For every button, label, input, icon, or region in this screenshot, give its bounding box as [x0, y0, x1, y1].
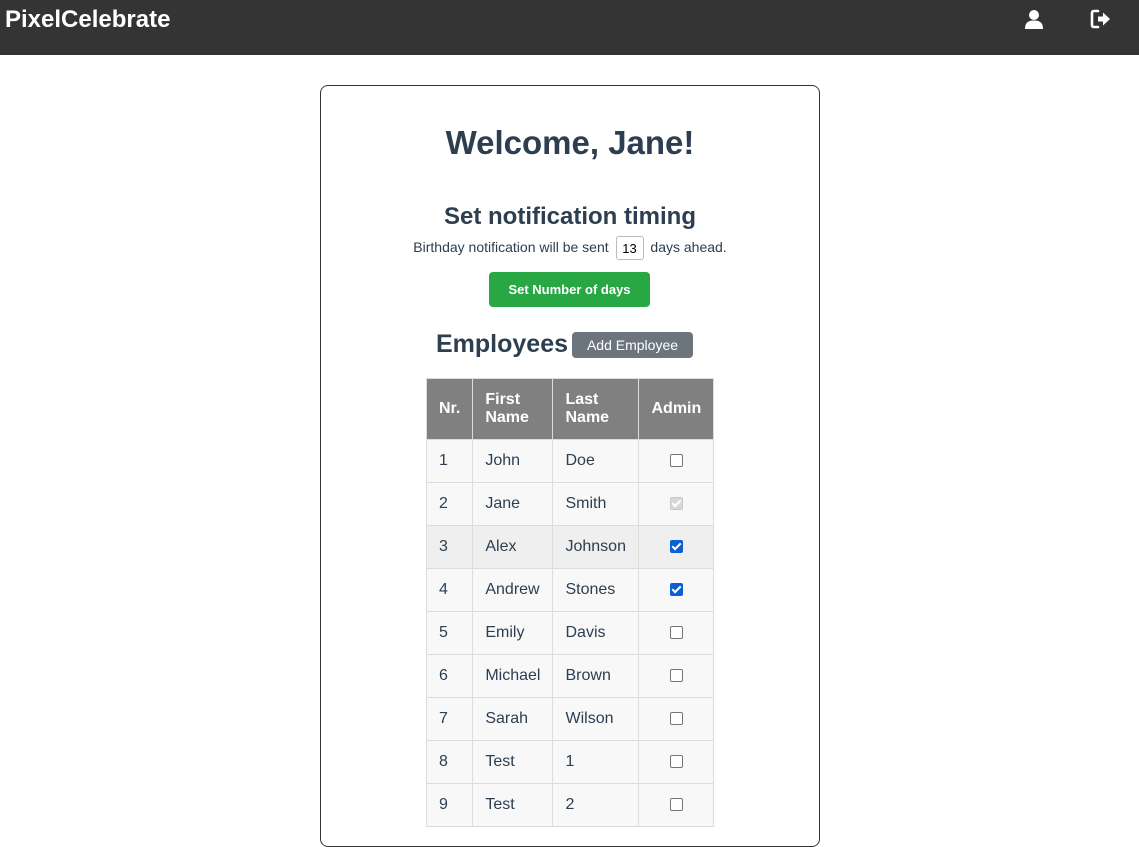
- admin-checkbox[interactable]: [669, 755, 683, 769]
- employee-nr-cell: 7: [425, 697, 474, 741]
- notification-title: Set notification timing: [444, 203, 696, 230]
- employee-admin-cell: [638, 525, 715, 569]
- employee-admin-cell: [638, 439, 715, 483]
- employee-last-name-cell: Davis: [552, 611, 640, 655]
- employees-heading: Employees: [436, 330, 569, 358]
- employee-last-name-cell: Doe: [552, 439, 640, 483]
- employee-first-name-cell: Test: [472, 783, 554, 827]
- admin-checkbox[interactable]: [669, 626, 683, 640]
- employee-first-name-cell: Jane: [472, 482, 554, 526]
- employee-nr-cell: 4: [425, 568, 474, 612]
- employee-last-name-cell: Stones: [552, 568, 640, 612]
- brand-logo[interactable]: PixelCelebrate: [5, 6, 170, 34]
- employee-last-name-cell: Johnson: [552, 525, 640, 569]
- column-header-first-name[interactable]: First Name: [472, 378, 554, 440]
- employee-first-name-cell: Emily: [472, 611, 554, 655]
- dashboard-card: Welcome, Jane! Set notification timing B…: [320, 85, 820, 847]
- employee-admin-cell: [638, 568, 715, 612]
- employee-admin-cell: [638, 697, 715, 741]
- employee-first-name-cell: Test: [472, 740, 554, 784]
- admin-checkbox[interactable]: [669, 540, 683, 554]
- notification-text-before: Birthday notification will be sent: [413, 239, 609, 255]
- employee-nr-cell: 5: [425, 611, 474, 655]
- employee-nr-cell: 1: [425, 439, 474, 483]
- employee-first-name-cell: Sarah: [472, 697, 554, 741]
- employee-last-name-cell: 1: [552, 740, 640, 784]
- admin-checkbox[interactable]: [669, 454, 683, 468]
- table-row[interactable]: 3 Alex Johnson: [425, 525, 715, 569]
- employee-admin-cell: [638, 611, 715, 655]
- employee-nr-cell: 2: [425, 482, 474, 526]
- table-row[interactable]: 2 Jane Smith: [425, 482, 715, 526]
- employee-admin-cell: [638, 482, 715, 526]
- employee-last-name-cell: Smith: [552, 482, 640, 526]
- admin-checkbox[interactable]: [669, 712, 683, 726]
- employee-admin-cell: [638, 654, 715, 698]
- employee-nr-cell: 3: [425, 525, 474, 569]
- notification-text: Birthday notification will be sent 13 da…: [321, 234, 819, 261]
- employee-admin-cell: [638, 740, 715, 784]
- employee-nr-cell: 8: [425, 740, 474, 784]
- table-header-row: Nr. First Name Last Name Admin: [425, 378, 715, 440]
- employee-first-name-cell: Michael: [472, 654, 554, 698]
- admin-checkbox: [669, 497, 683, 511]
- table-row[interactable]: 9 Test 2: [425, 783, 715, 827]
- employee-first-name-cell: John: [472, 439, 554, 483]
- table-row[interactable]: 7 Sarah Wilson: [425, 697, 715, 741]
- logout-icon[interactable]: [1090, 8, 1112, 30]
- admin-checkbox[interactable]: [669, 583, 683, 597]
- employee-nr-cell: 6: [425, 654, 474, 698]
- set-number-of-days-button[interactable]: Set Number of days: [489, 272, 650, 307]
- column-header-admin[interactable]: Admin: [638, 378, 715, 440]
- table-row[interactable]: 4 Andrew Stones: [425, 568, 715, 612]
- top-navbar: PixelCelebrate: [0, 0, 1139, 55]
- employee-last-name-cell: Wilson: [552, 697, 640, 741]
- table-row[interactable]: 8 Test 1: [425, 740, 715, 784]
- days-ahead-input[interactable]: 13: [615, 236, 644, 261]
- add-employee-button[interactable]: Add Employee: [572, 332, 693, 358]
- employee-nr-cell: 9: [425, 783, 474, 827]
- welcome-heading: Welcome, Jane!: [445, 124, 695, 161]
- employee-last-name-cell: 2: [552, 783, 640, 827]
- admin-checkbox[interactable]: [669, 798, 683, 812]
- employee-first-name-cell: Alex: [472, 525, 554, 569]
- admin-checkbox[interactable]: [669, 669, 683, 683]
- user-icon[interactable]: [1023, 8, 1045, 30]
- employees-table: Nr. First Name Last Name Admin 1 John Doe 2…: [425, 378, 715, 827]
- employee-admin-cell: [638, 783, 715, 827]
- table-row[interactable]: 1 John Doe: [425, 439, 715, 483]
- employee-last-name-cell: Brown: [552, 654, 640, 698]
- employee-first-name-cell: Andrew: [472, 568, 554, 612]
- column-header-nr[interactable]: Nr.: [425, 378, 474, 440]
- column-header-last-name[interactable]: Last Name: [552, 378, 640, 440]
- table-row[interactable]: 5 Emily Davis: [425, 611, 715, 655]
- notification-text-after: days ahead.: [650, 239, 727, 255]
- table-row[interactable]: 6 Michael Brown: [425, 654, 715, 698]
